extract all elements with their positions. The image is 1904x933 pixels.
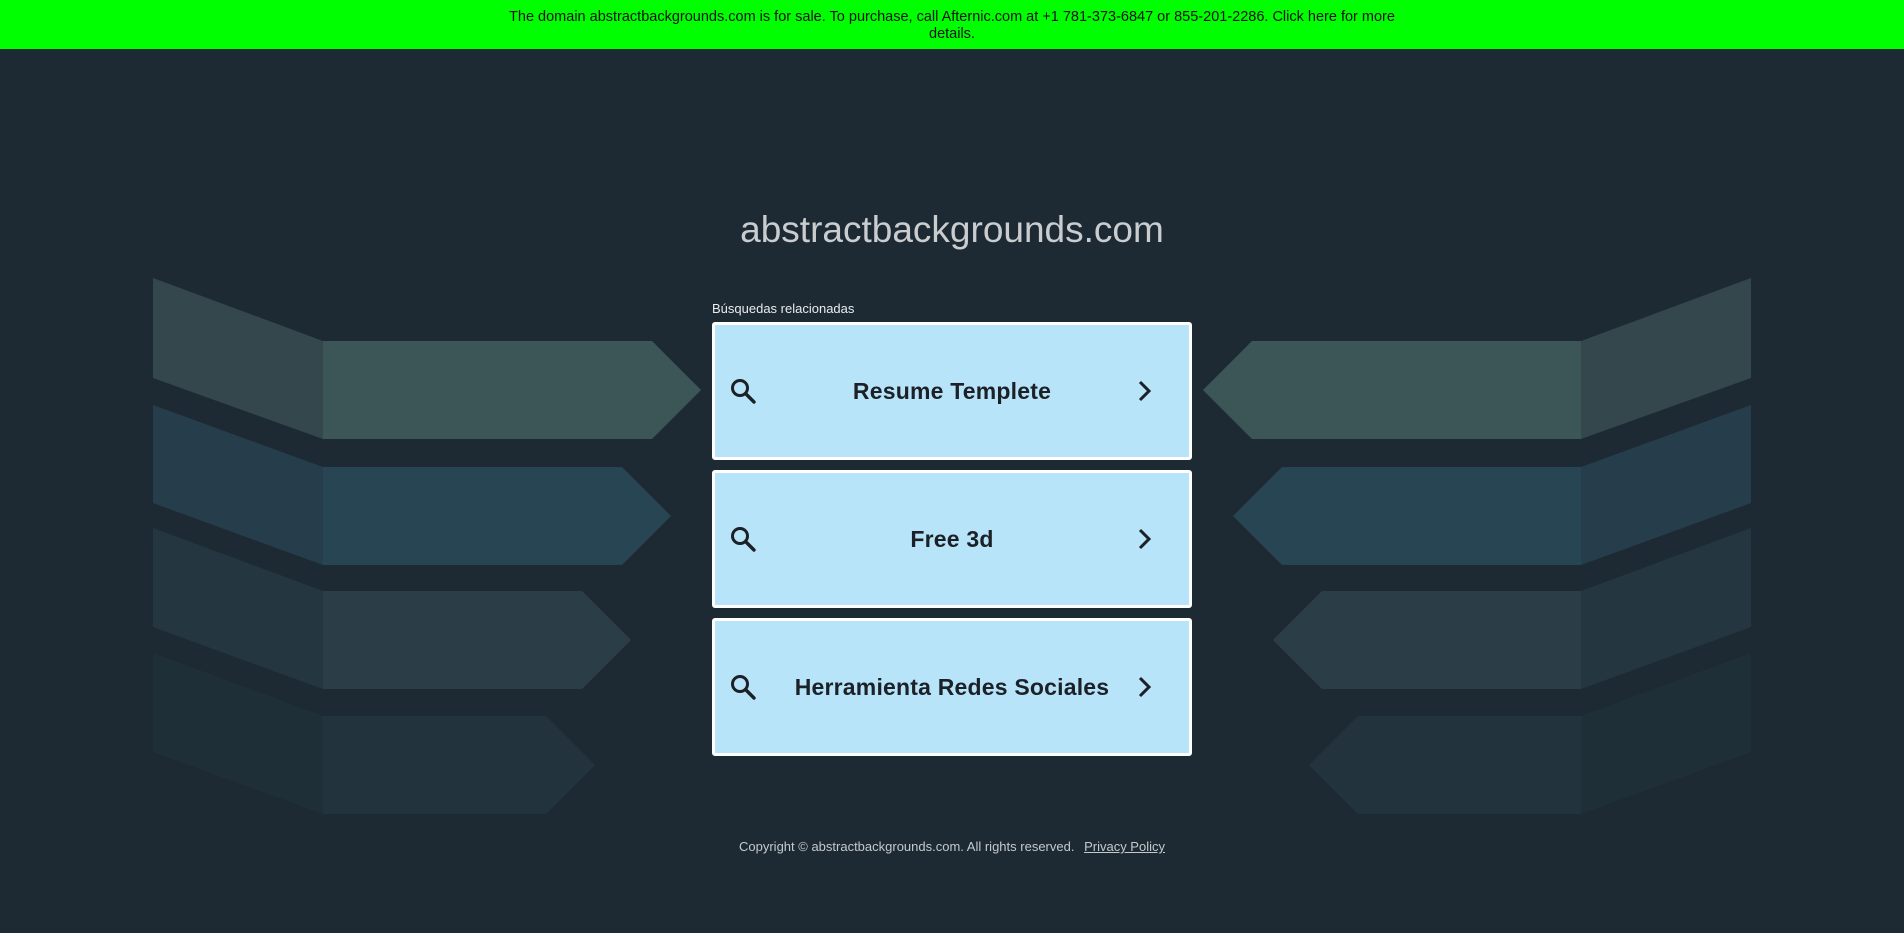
search-icon [731,379,756,404]
chevron-right-icon [1138,380,1152,402]
privacy-policy-link[interactable]: Privacy Policy [1084,839,1165,854]
banner-text: The domain abstractbackgrounds.com is fo… [509,9,1395,42]
footer: Copyright © abstractbackgrounds.com. All… [0,839,1904,854]
related-search-free-3d[interactable]: Free 3d [712,470,1192,608]
related-search-label: Free 3d [910,525,994,552]
related-search-label: Herramienta Redes Sociales [794,673,1110,700]
left-arrows [153,278,701,814]
search-icon [731,527,756,552]
right-arrows [1203,278,1751,814]
related-searches-list: Resume Templete Free 3d Herramienta Rede… [712,322,1192,766]
chevron-right-icon [1138,676,1152,698]
related-search-label: Resume Templete [852,377,1052,404]
copyright-text: Copyright © abstractbackgrounds.com. All… [739,839,1075,854]
related-searches-label: Búsquedas relacionadas [712,301,855,316]
related-search-herramienta-redes-sociales[interactable]: Herramienta Redes Sociales [712,618,1192,756]
search-icon [731,675,756,700]
domain-title: abstractbackgrounds.com [740,209,1164,250]
related-search-resume-templete[interactable]: Resume Templete [712,322,1192,460]
for-sale-banner[interactable]: The domain abstractbackgrounds.com is fo… [0,0,1904,49]
chevron-right-icon [1138,528,1152,550]
